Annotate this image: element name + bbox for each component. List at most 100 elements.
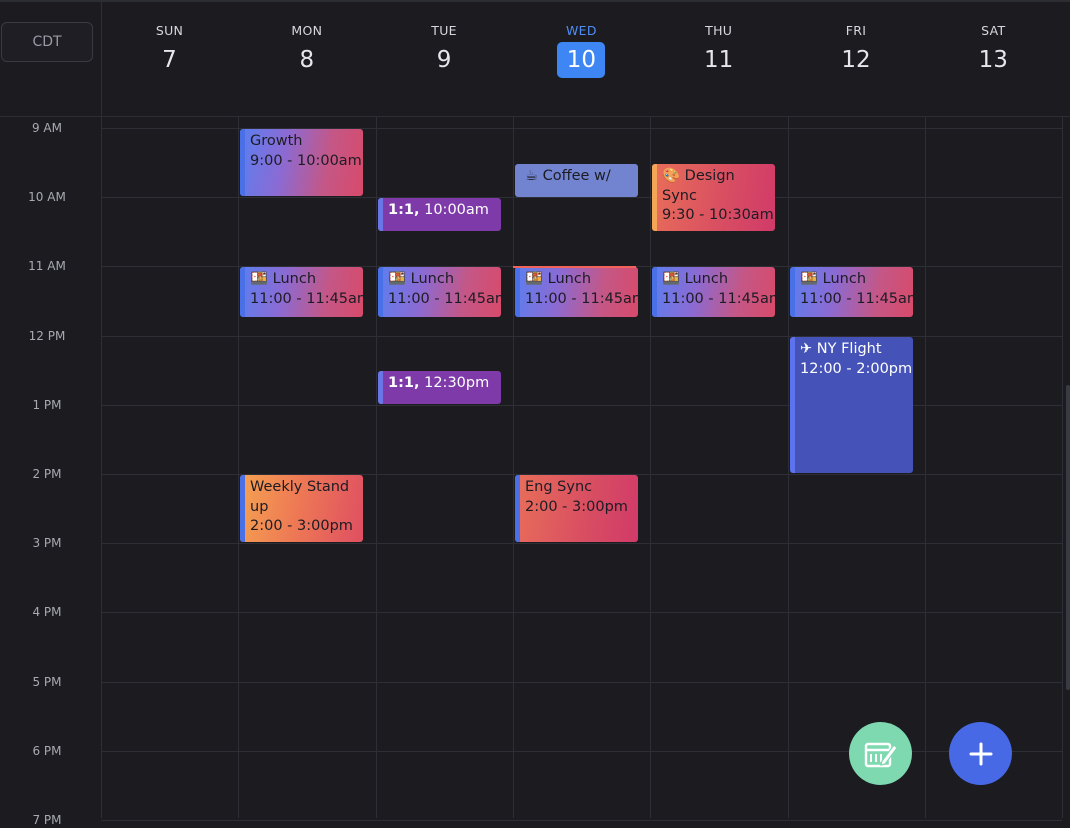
day-number: 7	[162, 47, 177, 73]
event-title: 1:1,	[388, 202, 420, 218]
day-name: MON	[291, 23, 323, 38]
event-time: 10:00am	[424, 202, 489, 218]
day-number: 12	[841, 47, 871, 73]
event-color-bar	[240, 129, 245, 196]
event-card[interactable]: 🍱 Lunch 11:00 - 11:45am	[790, 267, 913, 317]
event-time: 11:00 - 11:45am	[525, 290, 638, 307]
day-header-tue[interactable]: TUE 9	[376, 22, 513, 102]
event-card[interactable]: 🍱 Lunch 11:00 - 11:45am	[652, 267, 775, 317]
hour-gridline	[101, 543, 1062, 545]
hour-gridline	[101, 681, 1062, 683]
hour-gridline	[101, 404, 1062, 406]
day-header-wed[interactable]: WED 10	[513, 22, 650, 102]
event-color-bar	[515, 267, 520, 317]
day-column-divider	[1062, 117, 1063, 818]
event-title: 1:1,	[388, 375, 420, 391]
event-color-bar	[515, 475, 520, 542]
event-card[interactable]: Weekly Stand up 2:00 - 3:00pm	[240, 475, 363, 542]
hour-label: 6 PM	[32, 743, 62, 758]
edit-calendar-button[interactable]	[849, 722, 912, 785]
day-header-mon[interactable]: MON 8	[238, 22, 375, 102]
event-time: 11:00 - 11:45am	[800, 290, 913, 307]
day-header-thu[interactable]: THU 11	[650, 22, 787, 102]
hour-label: 9 AM	[31, 121, 62, 135]
day-name: FRI	[845, 23, 867, 38]
day-number: 9	[436, 47, 452, 73]
plus-icon	[969, 742, 992, 765]
event-card[interactable]: 🎨 Design Sync 9:30 - 10:30am	[652, 164, 775, 231]
day-column-divider	[925, 117, 926, 818]
event-title: 🍱 Lunch	[388, 271, 455, 287]
event-color-bar	[790, 337, 795, 473]
timezone-button[interactable]: CDT	[1, 22, 93, 62]
day-header-sat[interactable]: SAT 13	[925, 22, 1062, 102]
day-column-divider	[513, 117, 514, 818]
day-name: WED	[565, 23, 597, 38]
hour-label: 4 PM	[32, 605, 62, 620]
event-card[interactable]: 1:1, 10:00am	[378, 198, 501, 231]
event-title: 🍱 Lunch	[662, 271, 729, 287]
day-name: SAT	[981, 23, 1006, 38]
event-card[interactable]: ☕ Coffee w/	[515, 164, 638, 197]
event-card[interactable]: 🍱 Lunch 11:00 - 11:45am	[240, 267, 363, 317]
hour-gridline	[101, 612, 1062, 614]
header-divider	[0, 116, 1070, 117]
hour-label: 2 PM	[32, 467, 62, 481]
hour-label: 11 AM	[28, 259, 66, 274]
hour-label: 12 PM	[28, 328, 66, 343]
day-number: 10	[557, 42, 606, 78]
event-card[interactable]: 🍱 Lunch 11:00 - 11:45am	[515, 267, 638, 317]
current-time-indicator	[513, 266, 636, 268]
event-card[interactable]: Growth 9:00 - 10:00am	[240, 129, 363, 196]
hour-gridline	[101, 335, 1062, 337]
day-header-sun[interactable]: SUN 7	[101, 22, 238, 102]
event-title: ✈ NY Flight	[800, 341, 882, 357]
event-time: 9:00 - 10:00am	[250, 152, 362, 169]
hour-gridline	[101, 750, 1062, 752]
event-title: 🍱 Lunch	[525, 271, 592, 287]
event-card[interactable]: 🍱 Lunch 11:00 - 11:45am	[378, 267, 501, 317]
hour-label: 7 PM	[32, 813, 62, 827]
event-color-bar	[378, 267, 383, 317]
day-column-divider	[650, 117, 651, 818]
event-title: 🎨 Design Sync	[662, 168, 735, 204]
event-title: ☕ Coffee w/	[525, 168, 611, 184]
day-name: THU	[705, 23, 733, 38]
event-color-bar	[240, 475, 245, 542]
event-color-bar	[652, 164, 657, 231]
event-time: 11:00 - 11:45am	[662, 290, 775, 307]
scrollbar-thumb[interactable]	[1066, 385, 1070, 690]
day-number: 13	[978, 47, 1008, 73]
event-time: 12:00 - 2:00pm	[800, 360, 913, 377]
event-color-bar	[652, 267, 657, 317]
hour-label: 10 AM	[28, 190, 66, 205]
calendar-week-view: CDT SUN 7 MON 8 TUE 9 WED 10 THU 11 FRI 12 SAT 13 9 A…	[0, 0, 1070, 827]
event-time: 12:30pm	[424, 375, 490, 391]
hour-label: 3 PM	[32, 536, 62, 551]
hour-label: 1 PM	[32, 397, 62, 412]
event-color-bar	[240, 267, 245, 317]
day-header-fri[interactable]: FRI 12	[788, 22, 925, 102]
event-time: 9:30 - 10:30am	[662, 207, 774, 223]
top-border	[0, 0, 1070, 2]
day-number: 11	[704, 47, 734, 73]
event-title: Growth	[250, 133, 303, 149]
event-card[interactable]: Eng Sync 2:00 - 3:00pm	[515, 475, 638, 542]
day-column-divider	[376, 117, 377, 818]
add-event-button[interactable]	[949, 722, 1012, 785]
event-card[interactable]: 1:1, 12:30pm	[378, 371, 501, 404]
event-color-bar	[378, 371, 383, 404]
event-title: 🍱 Lunch	[250, 271, 317, 287]
day-column-divider	[101, 0, 102, 818]
event-card[interactable]: ✈ NY Flight 12:00 - 2:00pm	[790, 337, 913, 473]
calendar-edit-icon	[864, 742, 898, 767]
event-title: Eng Sync	[525, 479, 593, 495]
day-column-divider	[788, 117, 789, 818]
hour-gridline	[101, 820, 1062, 821]
event-time: 11:00 - 11:45am	[250, 290, 363, 307]
hour-gridline	[101, 197, 1062, 199]
event-color-bar	[378, 198, 383, 231]
day-name: TUE	[431, 23, 457, 38]
day-name: SUN	[155, 23, 184, 38]
hour-label: 5 PM	[32, 674, 62, 689]
